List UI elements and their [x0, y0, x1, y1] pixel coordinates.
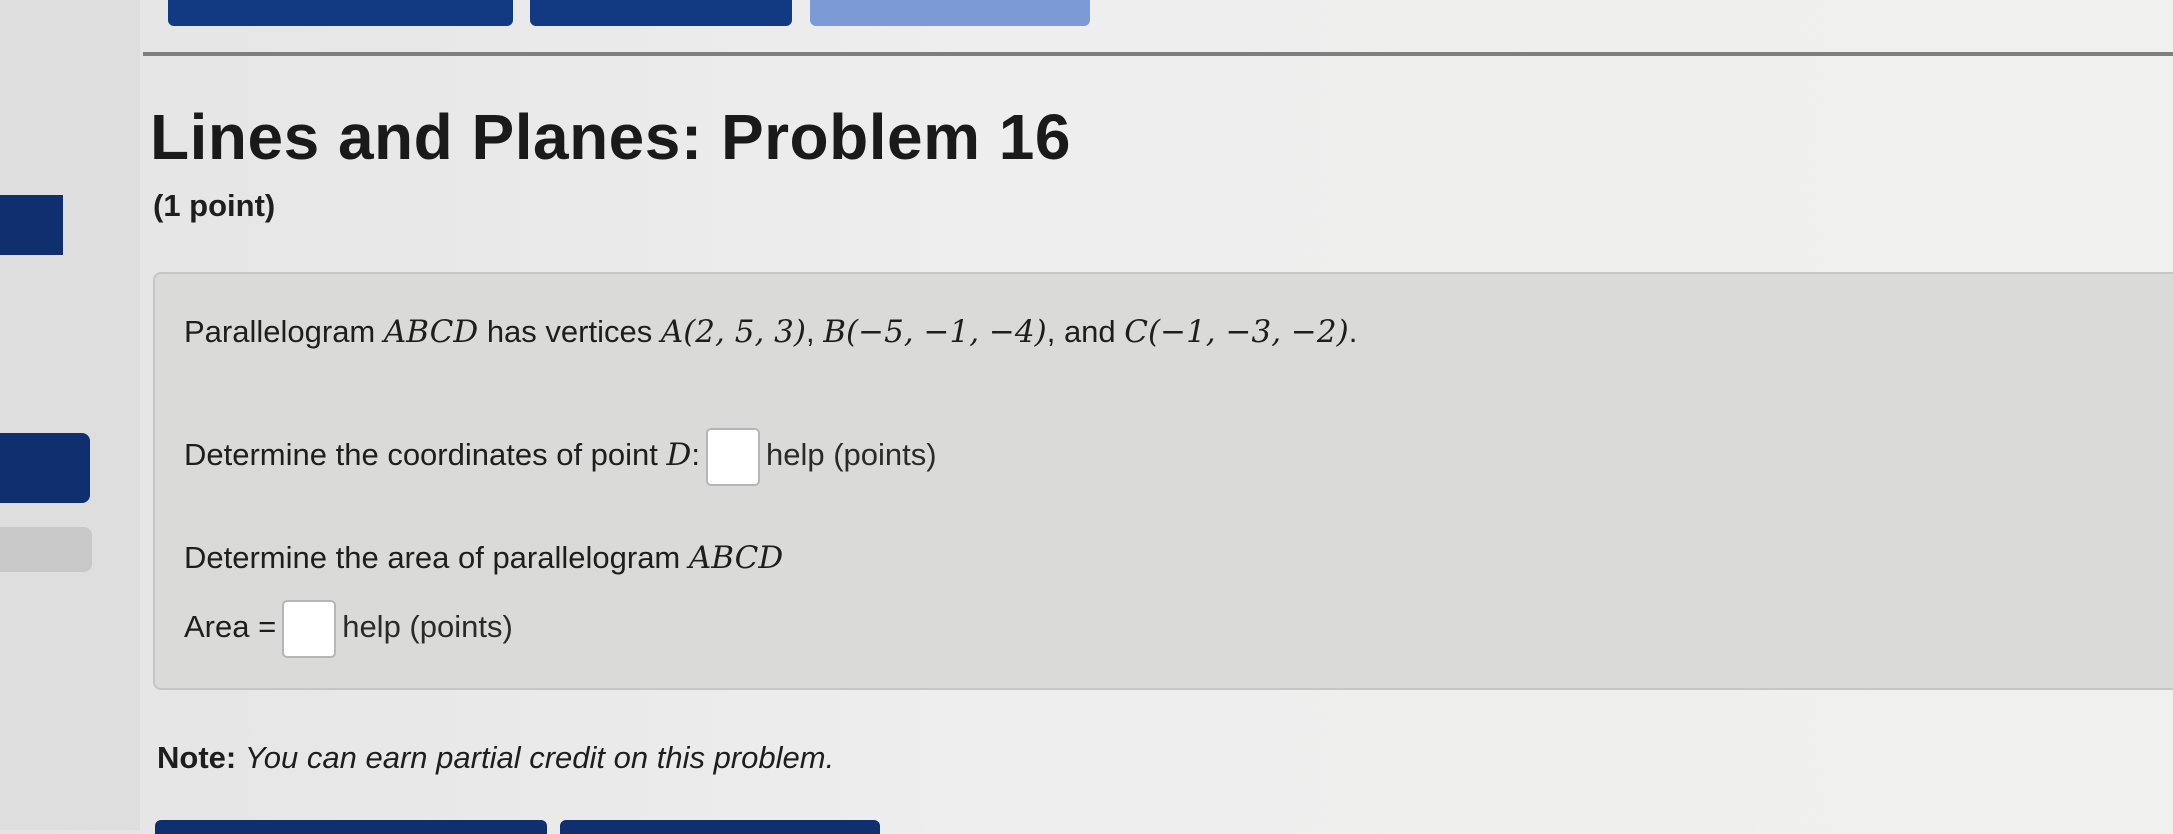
- next-problem-button[interactable]: [810, 0, 1090, 26]
- divider: [143, 52, 2173, 56]
- preview-button[interactable]: [560, 820, 880, 834]
- point-value: (1 point): [153, 188, 276, 223]
- area-answer-input[interactable]: [282, 600, 337, 658]
- point-d-label: D: [666, 437, 692, 474]
- sidebar-button[interactable]: [0, 195, 63, 255]
- part2-question: Determine the area of parallelogram ABCD: [184, 540, 784, 576]
- area-answer-row: Area = help (points): [184, 600, 513, 658]
- sidebar-button[interactable]: [0, 433, 90, 503]
- partial-credit-note: Note: You can earn partial credit on thi…: [157, 740, 835, 775]
- problem-statement: Parallelogram ABCD has vertices A(2, 5, …: [184, 314, 1358, 350]
- vertex-c: C(−1, −3, −2): [1124, 314, 1349, 350]
- area-label: Area =: [184, 609, 277, 645]
- help-link[interactable]: help (points): [342, 609, 513, 644]
- previous-problem-button[interactable]: [168, 0, 513, 26]
- vertex-b: B(−5, −1, −4): [823, 314, 1047, 350]
- problem-list-button[interactable]: [530, 0, 792, 26]
- help-link[interactable]: help (points): [766, 437, 937, 472]
- sidebar-button-disabled[interactable]: [0, 527, 92, 572]
- vertex-a: A(2, 5, 3): [660, 314, 806, 350]
- shape-label: ABCD: [688, 540, 784, 576]
- left-sidebar: [0, 0, 140, 830]
- part1-question: Determine the coordinates of point D: hel…: [184, 428, 937, 486]
- shape-label: ABCD: [383, 314, 479, 350]
- page-title: Lines and Planes: Problem 16: [150, 101, 1071, 173]
- point-d-answer-input[interactable]: [705, 428, 760, 486]
- submit-button[interactable]: [155, 820, 547, 834]
